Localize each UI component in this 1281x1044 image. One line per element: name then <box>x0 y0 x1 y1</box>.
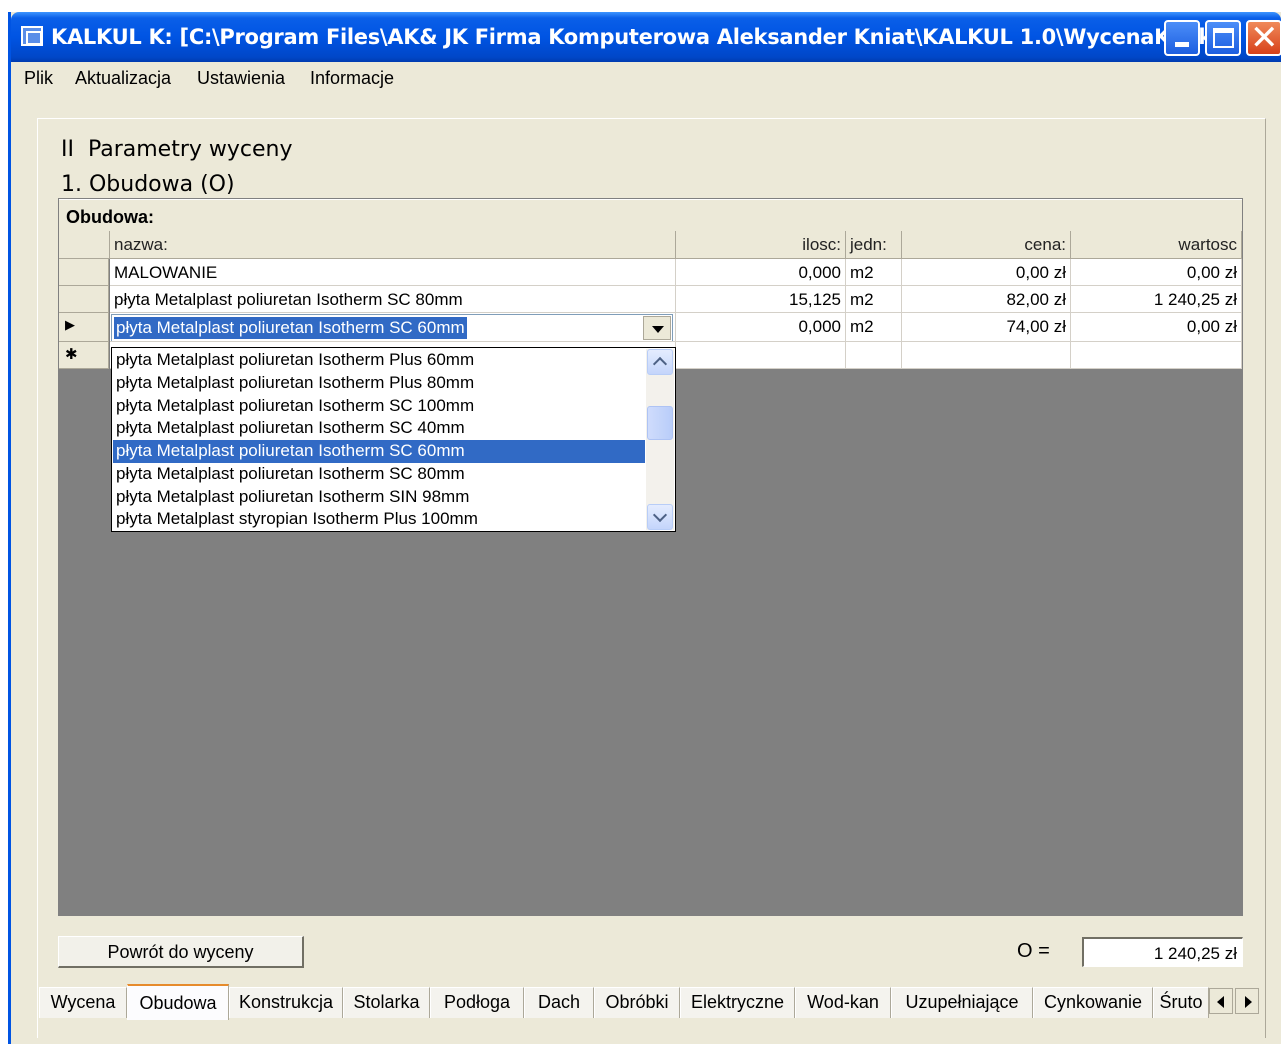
cell-ilosc[interactable]: 0,000 <box>676 313 846 342</box>
cell-nazwa-editor[interactable]: płyta Metalplast poliuretan Isotherm SC … <box>110 313 676 342</box>
scroll-up-icon[interactable] <box>647 349 673 375</box>
menu-bar: Plik Aktualizacja Ustawienia Informacje <box>11 64 1281 94</box>
cell-wartosc[interactable] <box>1071 342 1242 369</box>
dropdown-option[interactable]: płyta Metalplast poliuretan Isotherm SC … <box>113 395 645 418</box>
tab-wycena[interactable]: Wycena <box>39 987 127 1018</box>
section-title: II Parametry wyceny <box>61 137 293 162</box>
grid-caption: Obudowa: <box>59 199 1242 231</box>
dropdown-option[interactable]: płyta Metalplast poliuretan Isotherm Plu… <box>113 349 645 372</box>
close-button[interactable]: ✕ <box>1246 18 1281 58</box>
tab-konstrukcja[interactable]: Konstrukcja <box>229 987 343 1018</box>
app-window: KALKUL K: [C:\Program Files\AK& JK Firma… <box>8 12 1281 1044</box>
scroll-down-icon[interactable] <box>647 504 673 530</box>
tab-dach[interactable]: Dach <box>524 987 594 1018</box>
row-selector[interactable] <box>59 286 109 313</box>
total-label: O = <box>1017 940 1050 962</box>
arrow-right-icon[interactable] <box>1235 988 1259 1014</box>
table-row[interactable]: płyta Metalplast poliuretan Isotherm SC … <box>59 286 1242 313</box>
chevron-down-icon[interactable] <box>643 316 671 340</box>
back-to-estimate-button[interactable]: Powrót do wyceny <box>58 936 304 968</box>
cell-wartosc[interactable]: 1 240,25 zł <box>1071 286 1242 313</box>
cell-ilosc[interactable] <box>676 342 846 369</box>
tab-obudowa[interactable]: Obudowa <box>127 984 229 1020</box>
header-ilosc[interactable]: ilosc: <box>676 231 846 259</box>
dropdown-option[interactable]: płyta Metalplast styropian Isotherm Plus… <box>113 508 645 531</box>
header-nazwa[interactable]: nazwa: <box>110 231 676 259</box>
menu-aktualizacja[interactable]: Aktualizacja <box>75 68 171 89</box>
cell-cena[interactable] <box>902 342 1071 369</box>
cell-nazwa[interactable]: płyta Metalplast poliuretan Isotherm SC … <box>110 286 676 313</box>
cell-wartosc[interactable]: 0,00 zł <box>1071 259 1242 286</box>
window-title: KALKUL K: [C:\Program Files\AK& JK Firma… <box>51 25 1222 49</box>
cell-ilosc[interactable]: 0,000 <box>676 259 846 286</box>
cell-ilosc[interactable]: 15,125 <box>676 286 846 313</box>
close-icon: ✕ <box>1250 18 1279 58</box>
header-wartosc[interactable]: wartosc <box>1071 231 1242 259</box>
dropdown-scrollbar[interactable] <box>646 349 674 530</box>
maximize-button[interactable] <box>1205 20 1241 56</box>
title-bar[interactable]: KALKUL K: [C:\Program Files\AK& JK Firma… <box>11 12 1281 62</box>
header-jedn[interactable]: jedn: <box>846 231 902 259</box>
minimize-button[interactable] <box>1164 20 1200 56</box>
table-row[interactable]: MALOWANIE 0,000 m2 0,00 zł 0,00 zł <box>59 259 1242 286</box>
section-subtitle: 1. Obudowa (O) <box>61 172 235 197</box>
cell-jedn[interactable]: m2 <box>846 259 902 286</box>
tab-elektryczne[interactable]: Elektryczne <box>680 987 795 1018</box>
dropdown-option[interactable]: płyta Metalplast poliuretan Isotherm Plu… <box>113 372 645 395</box>
cell-nazwa[interactable]: MALOWANIE <box>110 259 676 286</box>
cell-cena[interactable]: 82,00 zł <box>902 286 1071 313</box>
total-value-field: 1 240,25 zł <box>1082 937 1243 967</box>
menu-plik[interactable]: Plik <box>24 68 53 89</box>
scrollbar-thumb[interactable] <box>647 406 673 440</box>
cell-jedn[interactable]: m2 <box>846 313 902 342</box>
combobox-value[interactable]: płyta Metalplast poliuretan Isotherm SC … <box>114 317 467 339</box>
tab-sruto[interactable]: Śruto <box>1153 987 1209 1018</box>
data-grid[interactable]: Obudowa: nazwa: ilosc: jedn: cena: warto… <box>58 198 1243 916</box>
cell-jedn[interactable] <box>846 342 902 369</box>
dropdown-option-selected[interactable]: płyta Metalplast poliuretan Isotherm SC … <box>113 440 645 463</box>
tab-podloga[interactable]: Podłoga <box>430 987 524 1018</box>
cell-jedn[interactable]: m2 <box>846 286 902 313</box>
dropdown-option[interactable]: płyta Metalplast poliuretan Isotherm SC … <box>113 463 645 486</box>
nazwa-dropdown-list[interactable]: płyta Metalplast poliuretan Isotherm Plu… <box>111 347 676 532</box>
app-icon[interactable] <box>21 26 43 46</box>
dropdown-option[interactable]: płyta Metalplast poliuretan Isotherm SC … <box>113 417 645 440</box>
cell-cena[interactable]: 74,00 zł <box>902 313 1071 342</box>
dropdown-option[interactable]: płyta Metalplast poliuretan Isotherm SIN… <box>113 486 645 509</box>
cell-cena[interactable]: 0,00 zł <box>902 259 1071 286</box>
table-row-active[interactable]: ▶ płyta Metalplast poliuretan Isotherm S… <box>59 313 1242 342</box>
tab-uzupelniajace[interactable]: Uzupełniające <box>891 987 1033 1018</box>
menu-ustawienia[interactable]: Ustawienia <box>197 68 285 89</box>
tab-stolarka[interactable]: Stolarka <box>343 987 430 1018</box>
nazwa-combobox[interactable]: płyta Metalplast poliuretan Isotherm SC … <box>111 314 673 341</box>
tab-wod-kan[interactable]: Wod-kan <box>795 987 891 1018</box>
menu-informacje[interactable]: Informacje <box>310 68 394 89</box>
maximize-icon <box>1213 28 1234 48</box>
tab-scroll-arrows <box>1209 988 1259 1014</box>
new-row-indicator[interactable]: ✱ <box>59 342 109 369</box>
cell-wartosc[interactable]: 0,00 zł <box>1071 313 1242 342</box>
row-selector[interactable] <box>59 259 109 286</box>
tab-obrobki[interactable]: Obróbki <box>594 987 680 1018</box>
header-cena[interactable]: cena: <box>902 231 1071 259</box>
row-header-column <box>59 231 110 259</box>
tab-strip: Wycena Obudowa Konstrukcja Stolarka Podł… <box>39 984 1269 1021</box>
tab-cynkowanie[interactable]: Cynkowanie <box>1033 987 1153 1018</box>
arrow-left-icon[interactable] <box>1209 988 1233 1014</box>
minimize-icon <box>1175 42 1189 47</box>
current-row-indicator[interactable]: ▶ <box>59 313 109 342</box>
